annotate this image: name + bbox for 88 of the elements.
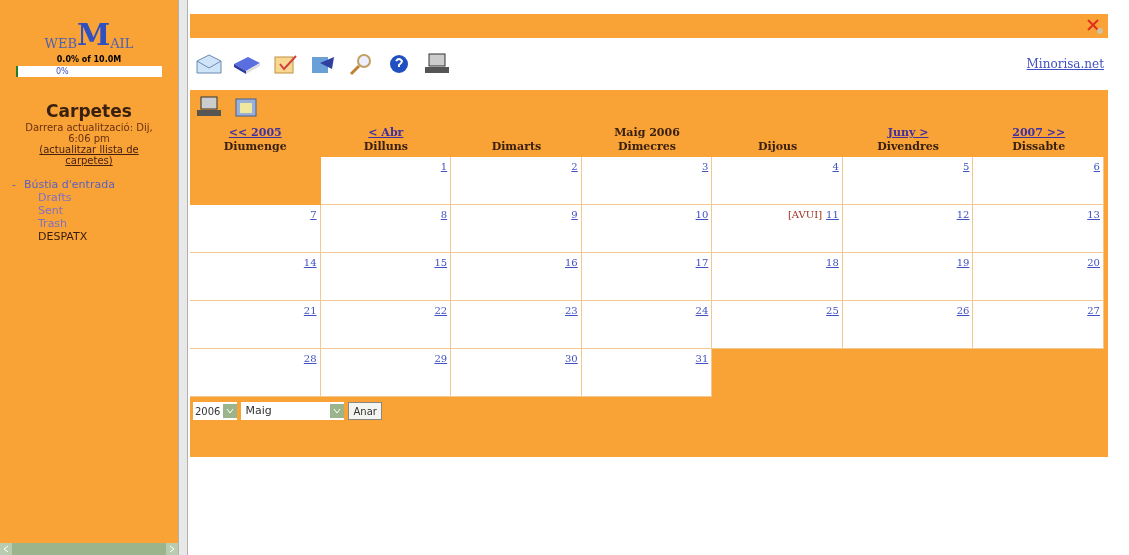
day-cell[interactable]: [AVUI] 11 (712, 205, 843, 253)
day-link[interactable]: 23 (564, 303, 578, 318)
day-link[interactable]: 30 (564, 351, 578, 366)
day-cell[interactable]: 6 (973, 157, 1104, 205)
quota-label: 0.0% of 10.0M (56, 54, 122, 66)
day-cell[interactable]: 12 (842, 205, 974, 253)
weekday-header: Dilluns (363, 140, 408, 154)
day-cell[interactable]: 13 (973, 205, 1104, 253)
day-cell[interactable]: 1 (320, 157, 452, 205)
previous-month-link[interactable]: < Abr (368, 126, 404, 140)
day-link[interactable]: 8 (440, 207, 448, 222)
day-link[interactable]: 28 (303, 351, 317, 366)
day-cell[interactable]: 20 (973, 253, 1104, 301)
previous-year-link[interactable]: << 2005 (228, 126, 282, 140)
day-cell[interactable]: 10 (581, 205, 713, 253)
day-cell[interactable]: 8 (320, 205, 452, 253)
day-link[interactable]: 25 (826, 303, 839, 318)
day-link[interactable]: 4 (832, 159, 839, 174)
day-link[interactable]: 7 (310, 207, 317, 222)
site-link[interactable]: Minorisa.net (1026, 55, 1104, 73)
day-link[interactable]: 26 (956, 303, 970, 318)
day-cell[interactable]: 27 (973, 301, 1104, 349)
day-cell[interactable]: 3 (581, 157, 713, 205)
weekday-header: Divendres (877, 140, 940, 154)
day-link[interactable]: 17 (695, 255, 709, 270)
day-link[interactable]: 5 (963, 159, 970, 174)
day-cell[interactable]: 14 (190, 253, 321, 301)
day-link[interactable]: 11 (826, 207, 839, 222)
day-link[interactable]: 14 (303, 255, 317, 270)
day-link[interactable]: 20 (1087, 255, 1100, 270)
day-cell[interactable]: 5 (842, 157, 974, 205)
month-select[interactable]: Maig (241, 402, 345, 420)
webmail-logo: WEBMAIL (44, 20, 134, 50)
year-select[interactable]: 2006 (193, 402, 238, 420)
quota-reading: 0% (56, 66, 69, 78)
day-cell[interactable]: 17 (581, 253, 713, 301)
day-link[interactable]: 29 (434, 351, 448, 366)
day-link[interactable]: 1 (440, 159, 448, 174)
next-month-link[interactable]: Juny > (887, 126, 929, 140)
weekday-header: Dimarts (491, 140, 542, 154)
day-link[interactable]: 2 (571, 159, 578, 174)
month-title: Maig 2006 (614, 126, 680, 140)
go-button[interactable]: Anar (348, 402, 382, 420)
day-cell[interactable]: 9 (451, 205, 582, 253)
day-cell[interactable]: 4 (712, 157, 843, 205)
day-link[interactable]: 16 (564, 255, 578, 270)
day-cell[interactable]: 21 (190, 301, 321, 349)
day-cell[interactable]: 15 (320, 253, 452, 301)
day-link[interactable]: 27 (1087, 303, 1100, 318)
day-cell[interactable]: 24 (581, 301, 713, 349)
day-link[interactable]: 15 (434, 255, 448, 270)
day-cell[interactable]: 25 (712, 301, 843, 349)
day-cell[interactable]: 19 (842, 253, 974, 301)
day-link[interactable]: 21 (303, 303, 317, 318)
day-cell[interactable]: 7 (190, 205, 321, 253)
last-update-text: Darrera actualització: Dij, 6:06 pm (24, 122, 154, 145)
day-link[interactable]: 19 (956, 255, 970, 270)
day-cell[interactable]: 23 (451, 301, 582, 349)
day-link[interactable]: 9 (571, 207, 578, 222)
day-link[interactable]: 31 (695, 351, 709, 366)
day-cell[interactable]: 30 (451, 349, 582, 397)
day-link[interactable]: 3 (701, 159, 709, 174)
next-year-link[interactable]: 2007 >> (1012, 126, 1066, 140)
day-link[interactable]: 13 (1087, 207, 1100, 222)
day-link[interactable]: 24 (695, 303, 709, 318)
day-link[interactable]: 10 (695, 207, 709, 222)
day-link[interactable]: 22 (434, 303, 448, 318)
day-cell[interactable]: 16 (451, 253, 582, 301)
folders-title: Carpetes (46, 101, 132, 122)
weekday-header: Dimecres (617, 140, 676, 154)
weekday-header: Dissabte (1012, 140, 1066, 154)
day-link[interactable]: 6 (1093, 159, 1100, 174)
close-icon[interactable] (1086, 17, 1104, 35)
weekday-header: Diumenge (223, 140, 287, 154)
day-cell[interactable]: 18 (712, 253, 843, 301)
folder-link[interactable]: DESPATX (38, 230, 115, 244)
day-cell[interactable]: 29 (320, 349, 452, 397)
horizontal-scrollbar[interactable] (0, 543, 178, 555)
refresh-folders-link[interactable]: (actualitzar llista de carpetes) (19, 144, 159, 167)
day-link[interactable]: 18 (826, 255, 839, 270)
day-cell[interactable]: 2 (451, 157, 582, 205)
day-cell[interactable]: 26 (842, 301, 974, 349)
day-link[interactable]: 12 (956, 207, 970, 222)
today-label: [AVUI] (787, 208, 823, 222)
weekday-header: Dijous (757, 140, 798, 154)
day-cell[interactable]: 31 (581, 349, 713, 397)
day-cell[interactable]: 22 (320, 301, 452, 349)
day-cell[interactable]: 28 (190, 349, 321, 397)
